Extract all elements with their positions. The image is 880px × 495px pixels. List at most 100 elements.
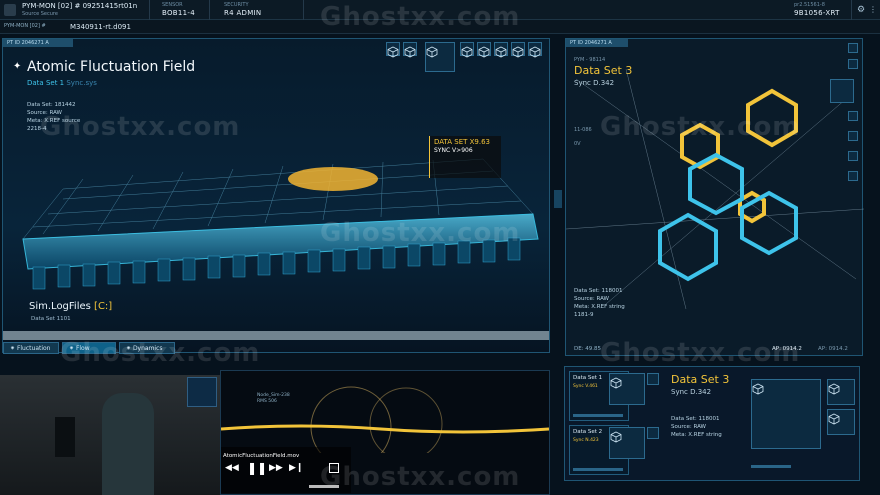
cube-view-icon-2[interactable]	[403, 42, 417, 58]
skip-end-icon[interactable]: ▶❙	[289, 463, 303, 473]
gear-icon[interactable]: ⚙	[857, 5, 865, 15]
sub-tab[interactable]: PYM-MON [02] #	[4, 23, 46, 29]
right-meta-line: 1181-9	[574, 312, 594, 318]
main-panel-tab[interactable]: PT ID 2046271 A	[3, 39, 73, 47]
video-waveform	[221, 386, 549, 453]
main-meta-line: Data Set: 181442	[27, 102, 76, 108]
br-title: Data Set 3	[671, 373, 730, 386]
callout-title: DATA SET X9.63	[434, 138, 491, 146]
dataset-callout[interactable]: DATA SET X9.63 SYNC V>906	[429, 136, 501, 178]
cube-view-icon-6[interactable]	[511, 42, 525, 58]
app-title-cell: PYM-MON [02] # 09251415rt01n Source Secu…	[0, 0, 150, 20]
app-subtitle: Source Secure	[22, 11, 58, 17]
dataset-label: Data Set 1 Sync.sys	[27, 79, 97, 87]
tab-fluctuation[interactable]: ⁕ Fluctuation	[3, 342, 59, 354]
hex-cyan	[658, 152, 798, 282]
cube-view-icon-4[interactable]	[477, 42, 491, 58]
video-label-1: Node_Sim-238	[257, 393, 290, 398]
video-label-2: RMS 506	[257, 399, 277, 404]
cube-view-icon-3[interactable]	[460, 42, 474, 58]
right-meta: Data Set: 118001 Source: RAW Meta: X.REF…	[574, 287, 625, 319]
br-meta-line: Data Set: 118001	[671, 416, 720, 422]
sim-logfiles-bracket: [C:]	[94, 301, 113, 312]
presenter-webcam	[0, 375, 220, 495]
sim-logfiles-sub: Data Set 1101	[31, 316, 71, 322]
cube-view-icon-5[interactable]	[494, 42, 508, 58]
cube-view-icon-1[interactable]	[386, 42, 400, 58]
hex-cluster-visualization[interactable]	[566, 69, 864, 309]
watermark-text: Ghostxx.com	[60, 338, 261, 368]
callout-sync: SYNC V>906	[434, 147, 473, 154]
br-bar	[751, 465, 791, 468]
side-tool-2[interactable]	[848, 59, 858, 69]
rewind-icon[interactable]: ◀◀	[225, 463, 239, 473]
ds2-side-icon[interactable]	[647, 427, 659, 439]
right-footer-right-2: AP: 0914.2	[818, 346, 848, 352]
ds1-cube-icon[interactable]	[609, 373, 645, 405]
lattice-hotspot	[288, 167, 378, 191]
ds1-side-icon[interactable]	[647, 373, 659, 385]
security-value: R4 ADMIN	[224, 9, 262, 17]
ds1-sync: Sync V.461	[573, 384, 598, 389]
right-meta-line: Meta: X.REF string	[574, 304, 625, 310]
watermark-text: Ghostxx.com	[320, 218, 521, 248]
ds2-label: Data Set 2	[573, 429, 603, 435]
dataset-name: Data Set 1	[27, 79, 65, 87]
watermark-text: Ghostxx.com	[600, 112, 801, 142]
side-tool-5[interactable]	[848, 151, 858, 161]
video-filename: AtomicFluctuationField.mov	[223, 453, 300, 459]
sensor-value: BOB11-4	[162, 9, 195, 17]
right-small-label: PYM - 98114	[574, 57, 606, 63]
tab-fluctuation-icon: ⁕	[10, 345, 17, 352]
watermark-text: Ghostxx.com	[320, 2, 521, 32]
panel-divider-handle[interactable]	[554, 190, 562, 208]
webcam-screen	[55, 417, 75, 457]
cube-view-icon-7[interactable]	[528, 42, 542, 58]
right-panel-tab[interactable]: PT ID 2046271 A	[566, 39, 628, 47]
sensor-cell[interactable]: SENSOR BOB11-4	[158, 0, 210, 20]
ds2-sync: Sync N.423	[573, 438, 599, 443]
tab-fluctuation-label: Fluctuation	[16, 345, 51, 352]
more-icon[interactable]: ⋮	[869, 5, 877, 14]
chevron-right-icon[interactable]	[830, 79, 854, 103]
atom-logo-icon: ✦	[13, 61, 22, 72]
ds2-cube-icon[interactable]	[609, 427, 645, 459]
side-tool-1[interactable]	[848, 43, 858, 53]
pause-icon[interactable]: ❚❚	[247, 461, 267, 475]
bottom-right-panel: Data Set 1 Sync V.461 Data Set 2 Sync N.…	[564, 366, 860, 481]
sim-logfiles-name: Sim.LogFiles	[29, 301, 91, 312]
fast-forward-icon[interactable]: ▶▶	[269, 463, 283, 473]
watermark-text: Ghostxx.com	[600, 338, 801, 368]
security-label: SECURITY	[224, 2, 249, 8]
app-title: PYM-MON [02] # 09251415rt01n	[22, 2, 138, 10]
watermark-text: Ghostxx.com	[40, 112, 241, 142]
hex-network-lines	[566, 69, 864, 309]
right-meta-line: Source: RAW	[574, 296, 609, 302]
id-small-label: pr2.51561-8	[794, 2, 825, 8]
main-title: Atomic Fluctuation Field	[27, 59, 196, 75]
side-tool-6[interactable]	[848, 171, 858, 181]
side-tool-4[interactable]	[848, 131, 858, 141]
br-large-cube-icon[interactable]	[751, 379, 821, 449]
br-cube-icon-1[interactable]	[827, 379, 855, 405]
br-meta: Data Set: 118001 Source: RAW Meta: X.REF…	[671, 415, 722, 439]
file-name: M340911-rt.d091	[70, 23, 131, 31]
presenter-figure	[102, 393, 154, 495]
atomic-field-panel: PT ID 2046271 A ✦ Atomic Fluctuation Fie…	[2, 38, 550, 353]
watermark-text: Ghostxx.com	[320, 462, 521, 492]
br-meta-line: Source: RAW	[671, 424, 706, 430]
security-cell[interactable]: SECURITY R4 ADMIN	[214, 0, 304, 20]
webcam-monitor	[187, 377, 217, 407]
ds1-label: Data Set 1	[573, 375, 603, 381]
id-cell[interactable]: pr2.51561-8 9B1056-XRT	[790, 0, 852, 20]
side-tool-3[interactable]	[848, 111, 858, 121]
app-menu-icon[interactable]	[4, 4, 16, 16]
br-cube-icon-2[interactable]	[827, 409, 855, 435]
dataset3-panel: PT ID 2046271 A PYM - 98114 Data Set 3 S…	[565, 38, 864, 356]
br-sync: Sync D.342	[671, 388, 712, 396]
ds1-bar	[573, 414, 623, 417]
br-meta-line: Meta: X.REF string	[671, 432, 722, 438]
cube-view-icon-main[interactable]	[425, 42, 455, 72]
sensor-label: SENSOR	[162, 2, 183, 8]
ds2-bar	[573, 468, 623, 471]
